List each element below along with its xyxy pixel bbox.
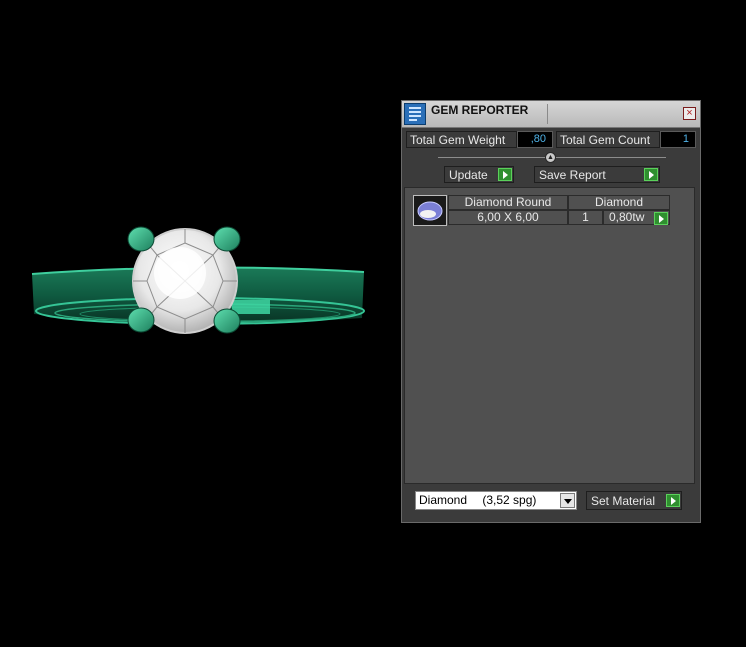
panel-titlebar[interactable]: GEM REPORTER × xyxy=(402,101,700,128)
set-material-button-label: Set Material xyxy=(591,494,656,508)
gem-shape-cell[interactable]: Diamond Round xyxy=(448,195,568,210)
material-select-spg: (3,52 spg) xyxy=(482,493,537,507)
gem-material-cell[interactable]: Diamond xyxy=(568,195,670,210)
titlebar-divider xyxy=(547,104,548,124)
diamond-table-highlight xyxy=(154,247,206,299)
prong xyxy=(213,226,241,252)
gem-thumbnail-icon[interactable] xyxy=(413,195,447,226)
save-report-button-label: Save Report xyxy=(539,168,606,182)
prong xyxy=(213,308,241,334)
gem-size-cell[interactable]: 6,00 X 6,00 xyxy=(448,210,568,225)
set-material-button[interactable]: Set Material xyxy=(586,491,682,510)
total-gem-weight-value: ,80 xyxy=(517,131,553,148)
gem-weight-value: 0,80tw xyxy=(609,210,645,224)
total-gem-count-label: Total Gem Count xyxy=(556,131,660,148)
chevron-down-icon[interactable] xyxy=(560,493,575,508)
gem-reporter-panel: GEM REPORTER × Total Gem Weight ,80 Tota… xyxy=(401,100,701,523)
gem-count-cell[interactable]: 1 xyxy=(568,210,603,225)
panel-title: GEM REPORTER xyxy=(431,103,529,117)
ring-band-highlight xyxy=(232,300,270,314)
gem-reporter-icon xyxy=(404,103,426,125)
play-arrow-icon xyxy=(666,494,680,507)
play-arrow-icon xyxy=(498,168,512,181)
play-arrow-icon xyxy=(644,168,658,181)
gem-list[interactable]: Diamond Round Diamond 6,00 X 6,00 1 0,80… xyxy=(404,187,695,484)
total-gem-weight-label: Total Gem Weight xyxy=(406,131,517,148)
material-select-name: Diamond xyxy=(419,493,468,507)
update-button[interactable]: Update xyxy=(444,166,514,183)
gem-weight-cell[interactable]: 0,80tw xyxy=(603,210,670,225)
play-arrow-icon[interactable] xyxy=(654,212,668,225)
total-gem-count-value: 1 xyxy=(660,131,696,148)
close-icon[interactable]: × xyxy=(683,107,696,120)
save-report-button[interactable]: Save Report xyxy=(534,166,660,183)
prong xyxy=(127,226,155,252)
slider-thumb-icon[interactable]: ▲ xyxy=(545,152,556,163)
update-button-label: Update xyxy=(449,168,488,182)
material-select[interactable]: Diamond (3,52 spg) xyxy=(415,491,577,510)
prong xyxy=(127,307,155,333)
